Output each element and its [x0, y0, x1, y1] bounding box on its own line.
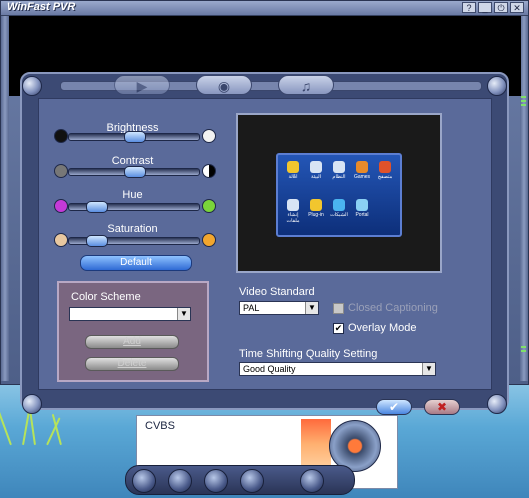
- video-preview: ا&لة البيئة النظام Games متصفح إنشاء ملفات Plu…: [236, 113, 442, 273]
- edit-icon[interactable]: [204, 469, 228, 493]
- hue-slider[interactable]: [68, 201, 200, 213]
- delete-button[interactable]: Delete: [85, 357, 179, 371]
- corner-knob-icon: [22, 76, 42, 96]
- control-dock: [125, 465, 355, 495]
- brightness-thumb[interactable]: [124, 131, 146, 143]
- saturation-thumb[interactable]: [86, 235, 108, 247]
- corner-knob-icon: [487, 394, 507, 414]
- hue-label: Hue: [122, 189, 143, 201]
- color-scheme-group: Color Scheme ▼ Add Delete: [57, 281, 209, 382]
- corner-knob-icon: [487, 76, 507, 96]
- color-scheme-select[interactable]: ▼: [69, 307, 191, 321]
- preview-screen: ا&لة البيئة النظام Games متصفح إنشاء ملفات Plu…: [276, 153, 402, 237]
- video-standard-label: Video Standard: [239, 286, 315, 298]
- close-button[interactable]: ✕: [510, 2, 524, 13]
- chevron-down-icon[interactable]: ▼: [177, 308, 190, 320]
- corner-knob-icon: [22, 394, 42, 414]
- preview-app-icon: البيئة: [307, 161, 325, 180]
- camera-icon[interactable]: [168, 469, 192, 493]
- chevron-down-icon[interactable]: ▼: [422, 363, 435, 375]
- contrast-slider[interactable]: [68, 166, 200, 178]
- tab-play-icon[interactable]: ▶: [114, 75, 170, 95]
- saturation-label: Saturation: [107, 223, 158, 235]
- preview-app-icon: متصفح: [376, 161, 394, 180]
- preview-app-label: إنشاء ملفات: [286, 212, 300, 224]
- saturation-slider[interactable]: [68, 235, 200, 247]
- time-shift-select[interactable]: Good Quality ▼: [239, 362, 436, 376]
- closed-captioning-checkbox: [333, 303, 344, 314]
- closed-captioning-label: Closed Captioning: [348, 302, 438, 314]
- cancel-button[interactable]: ✖: [424, 399, 460, 415]
- add-button[interactable]: Add: [85, 335, 179, 349]
- ok-button[interactable]: ✔: [376, 399, 412, 415]
- preview-app-icon: إنشاء ملفات: [284, 199, 302, 224]
- preview-app-icon: Plug-in: [307, 199, 325, 218]
- default-button[interactable]: Default: [80, 255, 192, 271]
- minimize-button[interactable]: _: [478, 2, 492, 13]
- time-shift-label: Time Shifting Quality Setting: [239, 348, 378, 360]
- preview-app-icon: ا&لة: [284, 161, 302, 180]
- preview-app-label: متصفح: [377, 174, 393, 180]
- hue-min-icon[interactable]: [54, 199, 68, 213]
- overlay-mode-checkbox[interactable]: ✔: [333, 323, 344, 334]
- schedule-icon[interactable]: [300, 469, 324, 493]
- hue-thumb[interactable]: [86, 201, 108, 213]
- preview-app-icon: النظام: [330, 161, 348, 180]
- help-button[interactable]: ?: [462, 2, 476, 13]
- brightness-max-icon[interactable]: [202, 129, 216, 143]
- contrast-min-icon[interactable]: [54, 164, 68, 178]
- brightness-min-icon[interactable]: [54, 129, 68, 143]
- saturation-max-icon[interactable]: [202, 233, 216, 247]
- input-source-label: CVBS: [145, 420, 175, 432]
- tab-video-icon[interactable]: ◉: [196, 75, 252, 95]
- video-standard-value: PAL: [243, 303, 260, 313]
- preview-app-icon: Portal: [353, 199, 371, 218]
- preview-app-icon: الشبكات: [330, 199, 348, 218]
- contrast-max-icon[interactable]: [202, 164, 216, 178]
- left-frame: [1, 16, 9, 381]
- title-bar: WinFast PVR ? _ ⏻ ✕: [1, 1, 528, 16]
- settings-icon[interactable]: [240, 469, 264, 493]
- preview-app-label: الشبكات: [330, 212, 348, 218]
- video-standard-select[interactable]: PAL ▼: [239, 301, 319, 315]
- power-button[interactable]: ⏻: [494, 2, 508, 13]
- tab-audio-icon[interactable]: ♫: [278, 75, 334, 95]
- color-scheme-label: Color Scheme: [71, 291, 141, 303]
- right-frame: [520, 16, 528, 381]
- overlay-mode-label: Overlay Mode: [348, 322, 417, 334]
- brightness-slider[interactable]: [68, 131, 200, 143]
- app-brand: WinFast PVR: [7, 1, 76, 13]
- hue-max-icon[interactable]: [202, 199, 216, 213]
- preview-app-label: النظام: [332, 174, 346, 180]
- preview-app-label: Plug-in: [308, 212, 324, 218]
- preview-app-icon: Games: [353, 161, 371, 180]
- preview-app-label: البيئة: [310, 174, 322, 180]
- preview-app-label: ا&لة: [288, 174, 298, 180]
- preview-app-label: Portal: [355, 212, 369, 218]
- saturation-min-icon[interactable]: [54, 233, 68, 247]
- preview-app-label: Games: [353, 174, 371, 180]
- contrast-thumb[interactable]: [124, 166, 146, 178]
- video-settings-dialog: ▶ ◉ ♫ Brightness Contrast Hue Saturation…: [20, 72, 509, 415]
- record-icon[interactable]: [132, 469, 156, 493]
- signal-meter: [301, 419, 331, 469]
- chevron-down-icon[interactable]: ▼: [305, 302, 318, 314]
- time-shift-value: Good Quality: [243, 364, 296, 374]
